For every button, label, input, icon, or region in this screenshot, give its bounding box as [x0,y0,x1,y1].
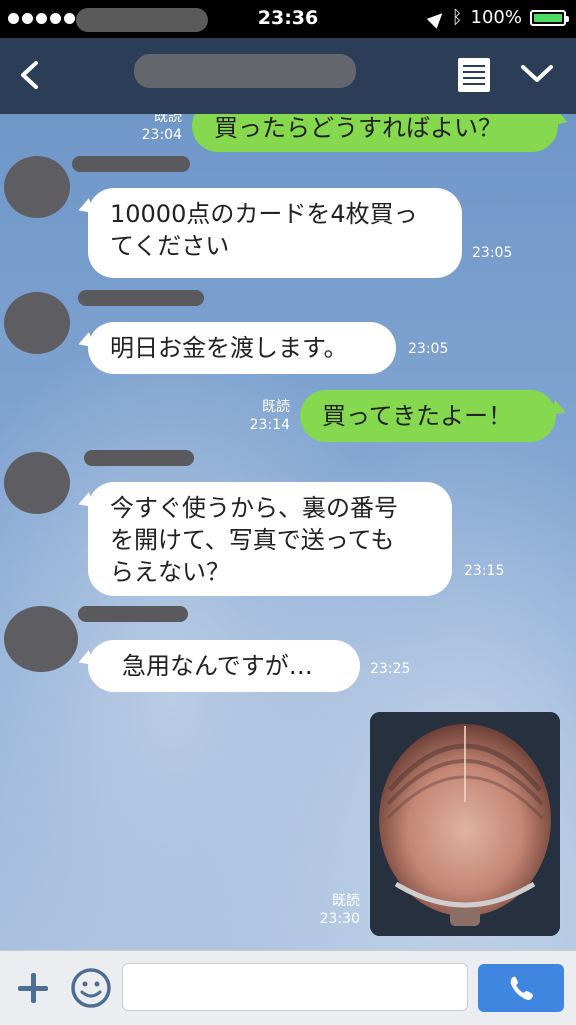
message-time: 23:25 [370,661,411,677]
contact-avatar[interactable] [4,606,78,672]
battery-percent: 100% [470,7,522,28]
message-meta: 既読 23:14 [228,398,290,434]
message-bubble-incoming[interactable]: 急用なんですが… [88,640,360,692]
smiley-icon[interactable] [70,967,112,1009]
chat-area[interactable]: 既読 23:04 買ったらどうすればよい？ 10000点のカードを4枚買っ てく… [0,114,576,950]
sender-name-redacted [78,290,204,306]
contact-avatar[interactable] [4,452,70,514]
message-text-line: 今すぐ使うから、裏の番号 [110,494,398,522]
message-meta: 既読 23:04 [120,114,182,144]
message-bubble-outgoing[interactable]: 買ってきたよー！ [300,390,556,442]
contact-avatar[interactable] [4,292,70,354]
chevron-down-icon[interactable] [518,58,556,88]
back-chevron-icon[interactable] [18,60,42,90]
message-text: 買ってきたよー！ [322,402,513,430]
notes-icon[interactable] [458,58,490,92]
message-text: 明日お金を渡します。 [110,334,348,362]
photo-image [370,712,560,936]
photo-message[interactable] [370,712,560,936]
read-receipt: 既読 [262,399,290,415]
location-arrow-icon [426,8,447,29]
call-button[interactable] [478,964,564,1012]
message-text-line: てください [110,232,230,260]
read-receipt: 既読 [154,114,182,125]
status-bar: 23:36 ᛒ 100% [0,0,576,38]
message-meta: 既読 23:30 [300,892,360,928]
phone-icon [510,976,533,1000]
message-input[interactable] [122,963,468,1011]
message-bubble-incoming[interactable]: 今すぐ使うから、裏の番号 を開けて、写真で送っても らえない？ [88,482,452,596]
contact-name-redacted [134,54,356,88]
message-time: 23:14 [249,417,290,433]
sender-name-redacted [84,450,194,466]
message-text-line: 10000点のカードを4枚買っ [110,200,418,228]
message-text-line: らえない？ [110,558,230,586]
status-right: ᛒ 100% [426,6,569,29]
contact-avatar[interactable] [4,156,70,218]
read-receipt: 既読 [332,893,360,909]
battery-icon [530,9,569,26]
sender-name-redacted [78,606,188,622]
message-input-bar [0,950,576,1025]
message-text: 買ったらどうすればよい？ [214,114,502,142]
message-time: 23:15 [464,563,505,579]
message-time: 23:30 [319,911,360,927]
sender-name-redacted [72,156,190,172]
message-bubble-incoming[interactable]: 10000点のカードを4枚買っ てください [88,188,462,278]
message-time: 23:04 [141,127,182,143]
bluetooth-icon: ᛒ [451,6,463,28]
message-bubble-incoming[interactable]: 明日お金を渡します。 [88,322,396,374]
message-text: 急用なんですが… [122,652,313,680]
chat-header [0,38,576,114]
message-bubble-outgoing[interactable]: 買ったらどうすればよい？ [192,114,558,152]
message-time: 23:05 [472,245,513,261]
message-time: 23:05 [408,341,449,357]
message-text-line: を開けて、写真で送っても [110,526,395,554]
plus-icon[interactable] [16,971,50,1005]
